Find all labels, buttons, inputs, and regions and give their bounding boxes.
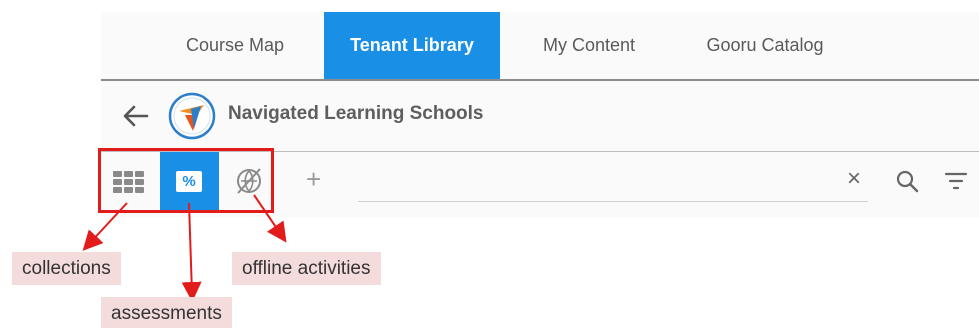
collections-arrow bbox=[82, 202, 128, 251]
offline-activities-arrow bbox=[253, 194, 287, 243]
offline-activities-callout: offline activities bbox=[232, 252, 381, 285]
annotation-arrows bbox=[82, 194, 287, 302]
assessments-arrow bbox=[181, 202, 202, 302]
assessments-callout: assessments bbox=[101, 297, 232, 328]
collections-callout: collections bbox=[12, 252, 121, 285]
